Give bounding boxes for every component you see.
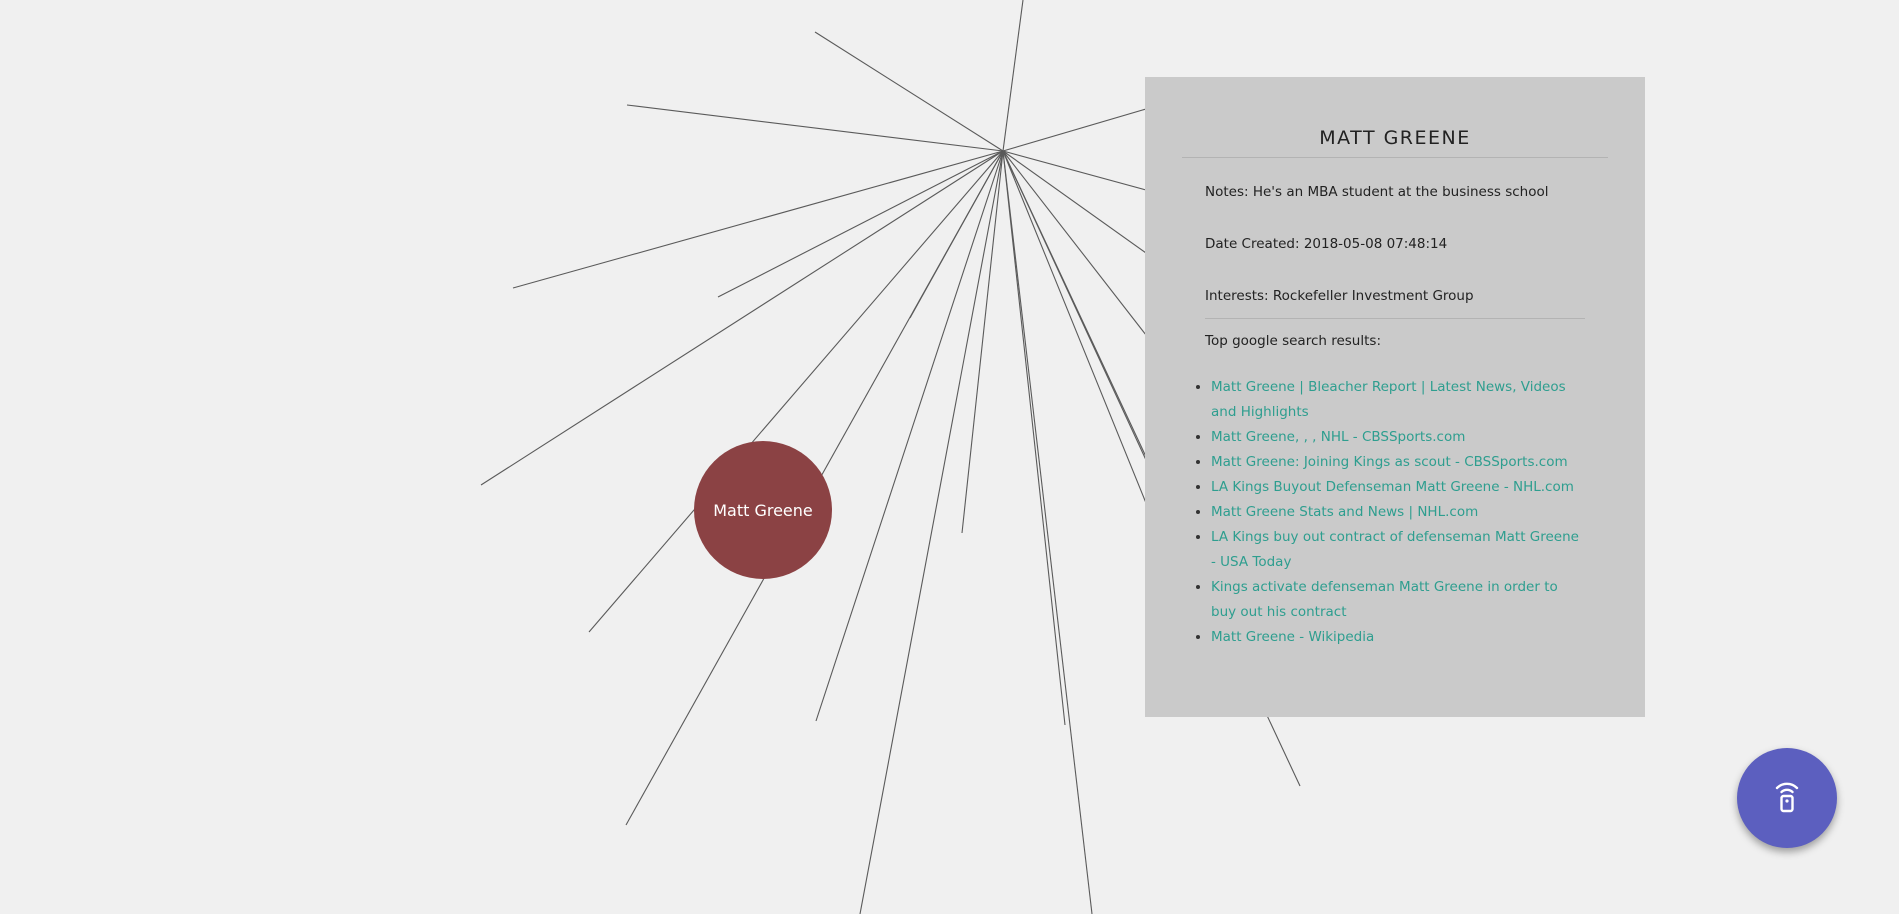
search-result-link[interactable]: LA Kings buy out contract of defenseman … bbox=[1211, 529, 1579, 570]
search-result-item: LA Kings buy out contract of defenseman … bbox=[1211, 525, 1585, 575]
search-result-link[interactable]: LA Kings Buyout Defenseman Matt Greene -… bbox=[1211, 479, 1574, 495]
graph-edge bbox=[961, 150, 1004, 534]
search-result-link[interactable]: Matt Greene Stats and News | NHL.com bbox=[1211, 504, 1478, 520]
search-result-item: Matt Greene, , , NHL - CBSSports.com bbox=[1211, 425, 1585, 450]
panel-divider bbox=[1205, 318, 1585, 319]
graph-edge bbox=[1002, 150, 1147, 254]
graph-edge bbox=[814, 31, 1004, 152]
search-result-item: Matt Greene | Bleacher Report | Latest N… bbox=[1211, 375, 1585, 425]
date-created-field: Date Created: 2018-05-08 07:48:14 bbox=[1205, 236, 1448, 252]
graph-edge bbox=[1002, 0, 1024, 152]
graph-edge bbox=[1002, 150, 1147, 504]
graph-edge bbox=[1002, 150, 1147, 191]
search-result-link[interactable]: Matt Greene | Bleacher Report | Latest N… bbox=[1211, 379, 1566, 420]
search-result-item: Matt Greene: Joining Kings as scout - CB… bbox=[1211, 450, 1585, 475]
search-result-link[interactable]: Matt Greene: Joining Kings as scout - CB… bbox=[1211, 454, 1568, 470]
search-result-item: Matt Greene Stats and News | NHL.com bbox=[1211, 500, 1585, 525]
search-results-list: Matt Greene | Bleacher Report | Latest N… bbox=[1181, 375, 1585, 650]
graph-edge bbox=[717, 150, 1004, 298]
graph-edge bbox=[1002, 150, 1147, 336]
graph-edge bbox=[512, 150, 1004, 289]
remote-action-button[interactable] bbox=[1737, 748, 1837, 848]
graph-edge bbox=[1002, 150, 1147, 461]
panel-title: MATT GREENE bbox=[1182, 77, 1608, 158]
search-result-link[interactable]: Matt Greene, , , NHL - CBSSports.com bbox=[1211, 429, 1465, 445]
graph-edge bbox=[626, 104, 1004, 152]
search-result-item: Kings activate defenseman Matt Greene in… bbox=[1211, 575, 1585, 625]
search-result-link[interactable]: Kings activate defenseman Matt Greene in… bbox=[1211, 579, 1558, 620]
search-result-item: LA Kings Buyout Defenseman Matt Greene -… bbox=[1211, 475, 1585, 500]
graph-node-label: Matt Greene bbox=[713, 500, 813, 520]
person-detail-panel: MATT GREENE Notes: He's an MBA student a… bbox=[1145, 77, 1645, 717]
notes-field: Notes: He's an MBA student at the busine… bbox=[1205, 184, 1549, 200]
search-result-item: Matt Greene - Wikipedia bbox=[1211, 625, 1585, 650]
graph-edge bbox=[859, 150, 1004, 914]
graph-edge bbox=[480, 150, 1004, 486]
graph-edge bbox=[1002, 150, 1093, 914]
graph-node-matt-greene[interactable]: Matt Greene bbox=[694, 441, 832, 579]
search-results-heading: Top google search results: bbox=[1205, 333, 1381, 349]
interests-field: Interests: Rockefeller Investment Group bbox=[1205, 288, 1474, 304]
graph-edge bbox=[1002, 108, 1147, 152]
search-result-link[interactable]: Matt Greene - Wikipedia bbox=[1211, 629, 1374, 645]
wireless-remote-icon bbox=[1773, 779, 1801, 817]
graph-edge bbox=[1002, 150, 1066, 726]
